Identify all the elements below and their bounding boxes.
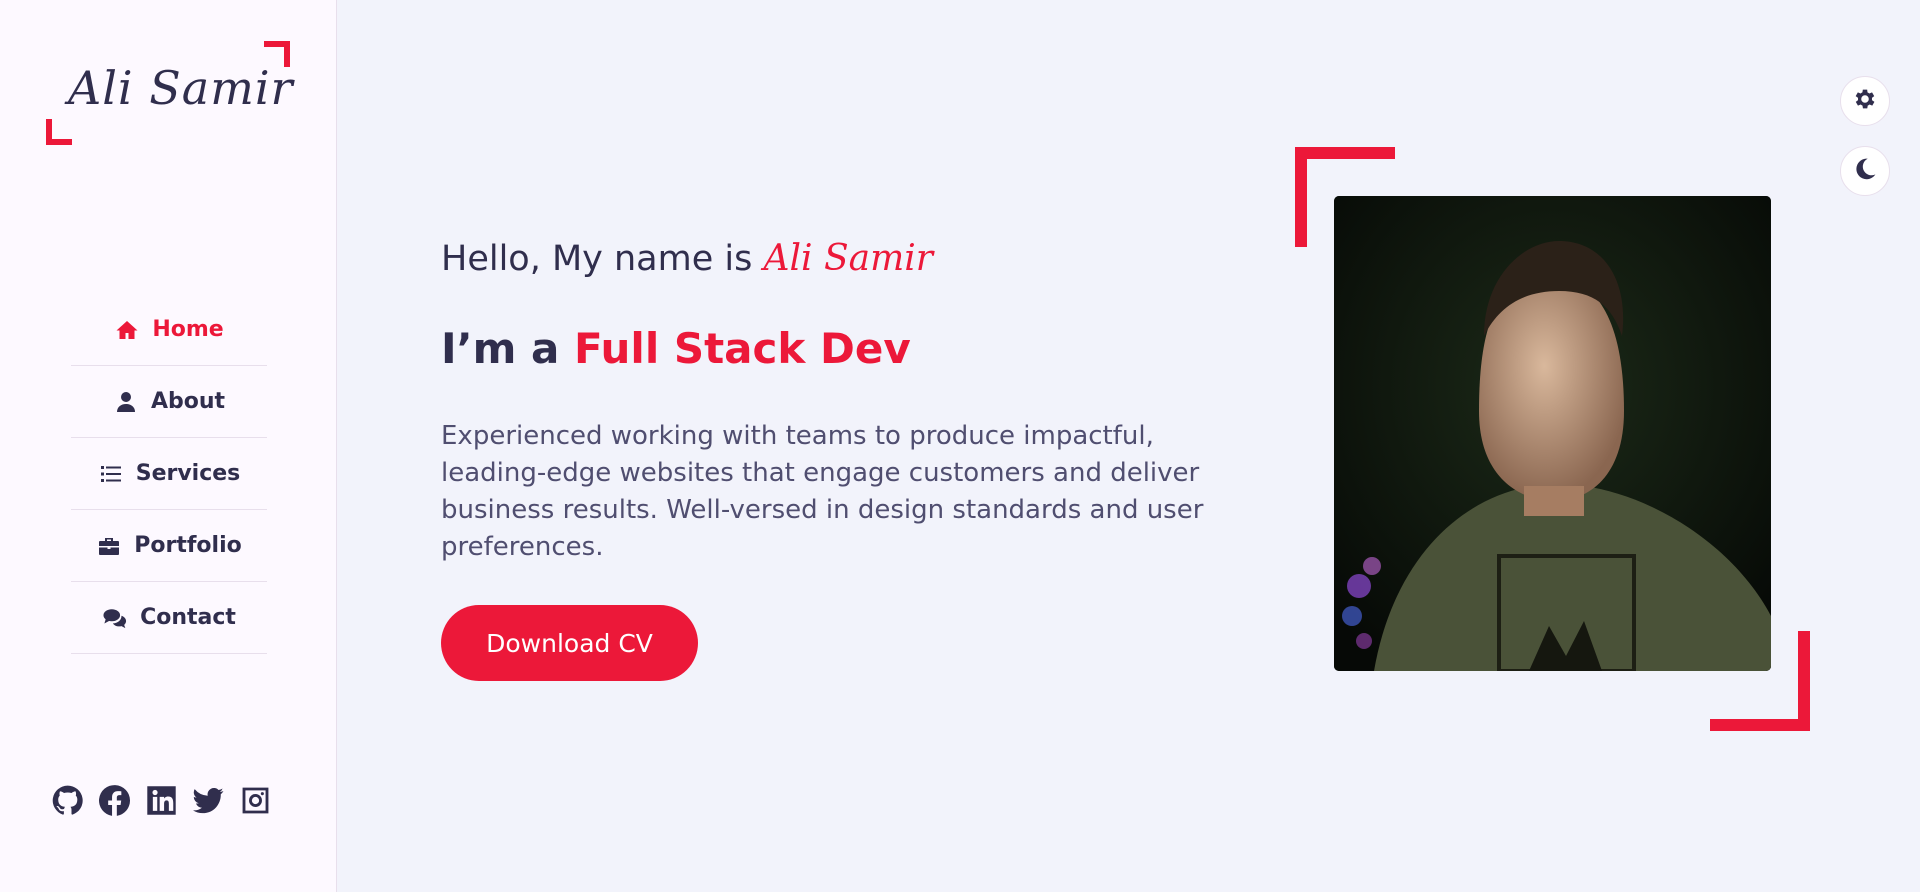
theme-toggle-button[interactable] [1840, 146, 1890, 196]
nav-item-label: About [150, 389, 226, 414]
greeting-prefix: Hello, My name is [441, 239, 764, 279]
profile-photo [1334, 196, 1771, 671]
nav-item-contact[interactable]: Contact [71, 582, 267, 654]
main-nav: Home About Services Portfolio Contact [71, 294, 267, 654]
sidebar: Ali Samir Home About Services Portfolio [0, 0, 337, 892]
home-icon [114, 318, 140, 342]
settings-button[interactable] [1840, 76, 1890, 126]
nav-item-label: Services [135, 461, 241, 486]
role-title: I’m a Full Stack Dev [441, 324, 911, 373]
download-cv-button[interactable]: Download CV [441, 605, 698, 681]
comments-icon [102, 606, 128, 630]
role-prefix: I’m a [441, 324, 574, 373]
github-icon[interactable] [52, 784, 83, 816]
nav-item-home[interactable]: Home [71, 294, 267, 366]
greeting-name: Ali Samir [763, 238, 933, 279]
twitter-icon[interactable] [193, 784, 224, 816]
nav-item-label: Home [152, 317, 224, 342]
logo[interactable]: Ali Samir [46, 41, 293, 145]
logo-corner-bottom-left [46, 119, 72, 145]
briefcase-icon [96, 534, 122, 558]
social-links [52, 784, 271, 816]
gear-icon [1852, 86, 1878, 116]
role-accent: Full Stack Dev [573, 324, 911, 373]
facebook-icon[interactable] [99, 784, 130, 816]
instagram-icon[interactable] [240, 784, 271, 816]
nav-item-about[interactable]: About [71, 366, 267, 438]
logo-text: Ali Samir [68, 61, 294, 115]
nav-item-label: Contact [140, 605, 236, 630]
hero-description: Experienced working with teams to produc… [441, 421, 1204, 562]
moon-icon [1852, 156, 1878, 186]
linkedin-icon[interactable] [146, 784, 177, 816]
nav-item-services[interactable]: Services [71, 438, 267, 510]
nav-item-label: Portfolio [134, 533, 242, 558]
user-icon [113, 390, 139, 414]
nav-item-portfolio[interactable]: Portfolio [71, 510, 267, 582]
greeting: Hello, My name is Ali Samir [441, 238, 933, 279]
list-icon [98, 462, 124, 486]
